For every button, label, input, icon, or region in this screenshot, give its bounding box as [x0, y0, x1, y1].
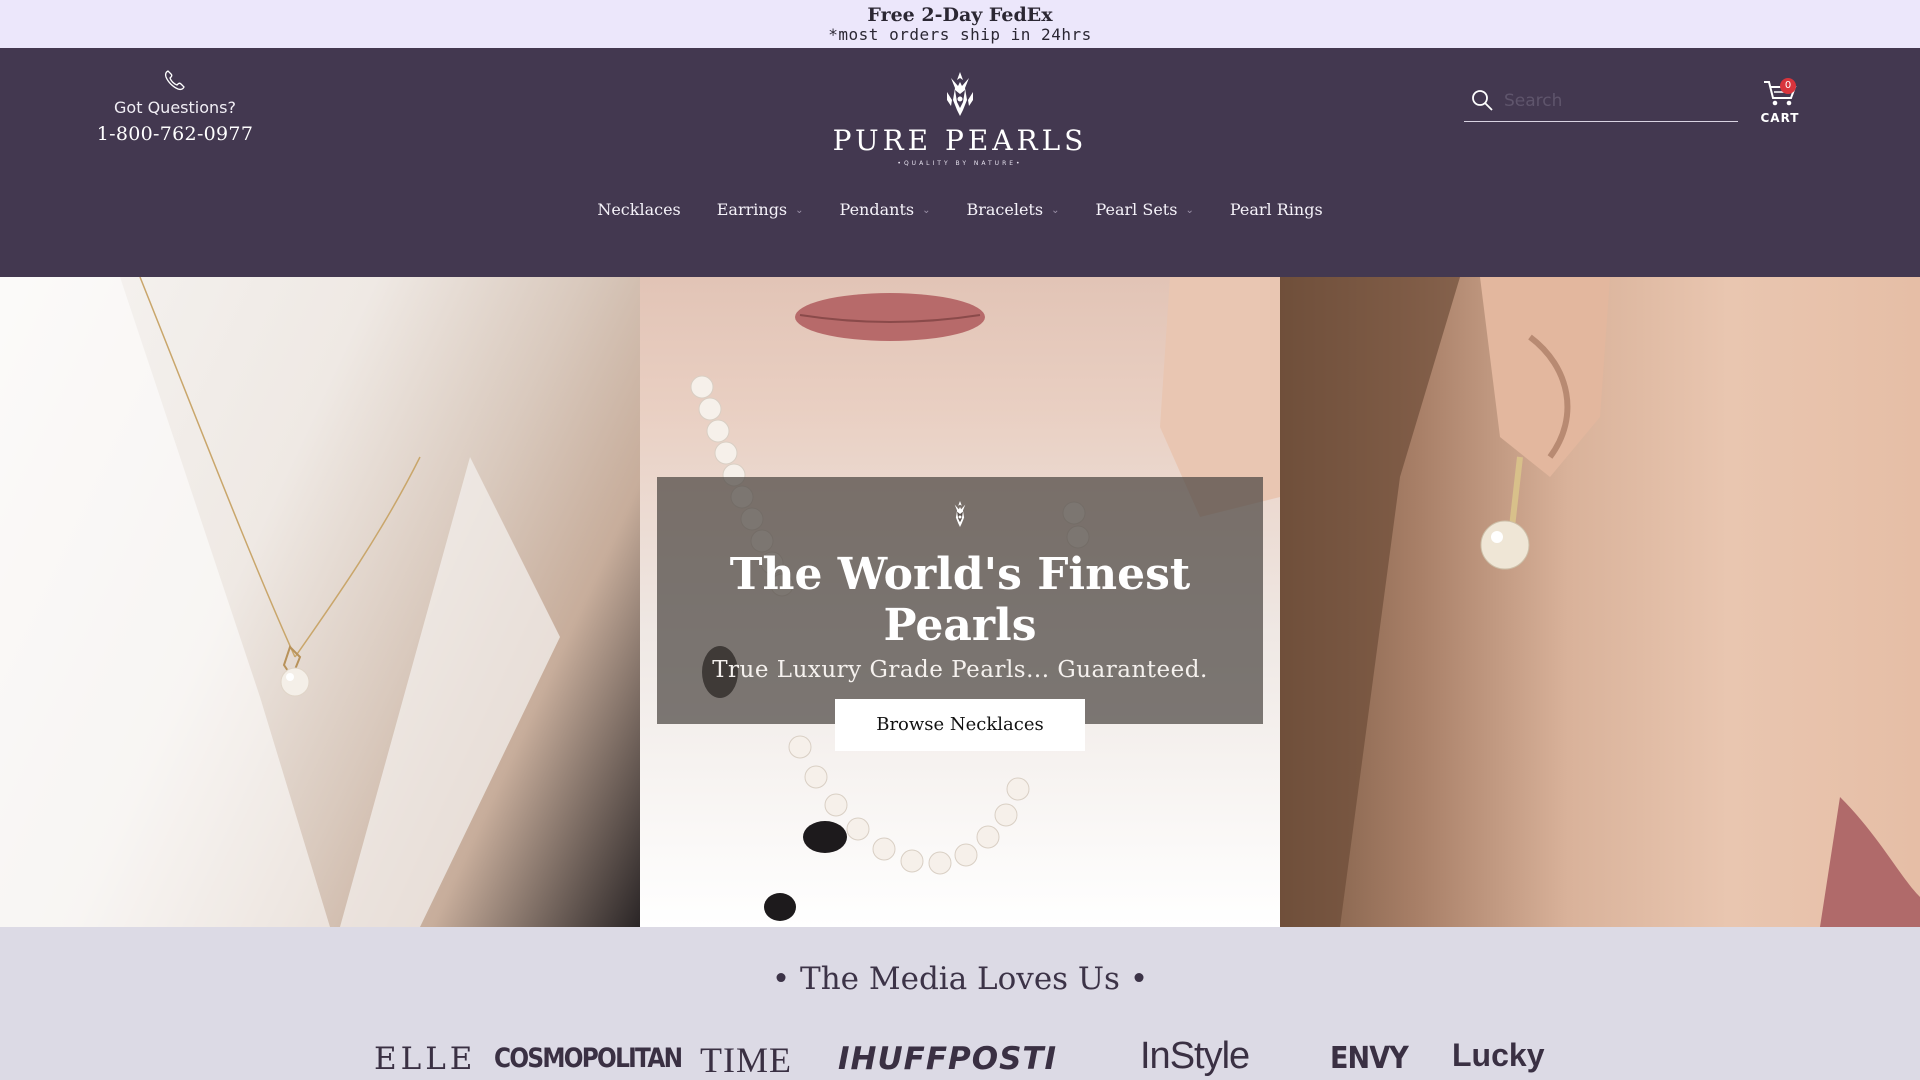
nav-label: Necklaces	[597, 200, 681, 219]
nav-item-bracelets[interactable]: Bracelets ⌄	[966, 200, 1059, 219]
hero-banner: The World's Finest Pearls True Luxury Gr…	[0, 277, 1920, 927]
cart-count-badge: 0	[1780, 78, 1796, 94]
media-logo-envy: ENVY	[1330, 1041, 1409, 1076]
contact-block[interactable]: Got Questions? 1-800-762-0977	[80, 68, 270, 145]
nav-item-pearl-rings[interactable]: Pearl Rings	[1230, 200, 1323, 219]
media-logo-lucky: Lucky	[1452, 1037, 1545, 1073]
cart-label: CART	[1760, 111, 1800, 125]
brand-name: PURE PEARLS	[832, 124, 1088, 157]
nav-label: Bracelets	[966, 200, 1044, 219]
main-nav: Necklaces Earrings ⌄ Pendants ⌄ Bracelets ⌄…	[0, 200, 1920, 219]
nav-label: Earrings	[716, 200, 788, 219]
nav-item-pearl-sets[interactable]: Pearl Sets ⌄	[1095, 200, 1193, 219]
hero-title: The World's Finest Pearls	[729, 549, 1191, 651]
nav-item-pendants[interactable]: Pendants ⌄	[840, 200, 931, 219]
nav-label: Pearl Sets	[1095, 200, 1178, 219]
media-logos: ELLE COSMOPOLITAN TIME IHUFFPOSTI InStyl…	[0, 1035, 1920, 1080]
announcement-shipping: Free 2-Day FedEx	[867, 4, 1053, 26]
hero-image-earring	[1280, 277, 1920, 927]
media-logo-time: TIME	[700, 1040, 792, 1080]
search-icon[interactable]	[1470, 88, 1494, 112]
brand-tagline: •QUALITY BY NATURE•	[897, 160, 1023, 167]
pearl-crest-icon	[947, 72, 973, 116]
pearl-earring-illustration	[1280, 277, 1920, 927]
nav-item-necklaces[interactable]: Necklaces	[597, 200, 680, 219]
hero-subtitle: True Luxury Grade Pearls... Guaranteed.	[712, 657, 1208, 683]
phone-icon	[164, 70, 185, 91]
media-logo-cosmopolitan: COSMOPOLITAN	[494, 1043, 683, 1074]
hero-overlay-card: The World's Finest Pearls True Luxury Gr…	[657, 477, 1263, 751]
search-input[interactable]	[1504, 88, 1724, 114]
nav-label: Pearl Rings	[1229, 200, 1323, 219]
media-logo-huffpost: IHUFFPOSTI	[838, 1041, 1058, 1077]
hero-image-pendant	[0, 277, 640, 927]
contact-question: Got Questions?	[114, 98, 236, 117]
phone-number[interactable]: 1-800-762-0977	[80, 123, 270, 145]
nav-item-earrings[interactable]: Earrings ⌄	[717, 200, 804, 219]
site-logo[interactable]: PURE PEARLS •QUALITY BY NATURE•	[820, 70, 1100, 167]
cart-button[interactable]: 0 CART	[1758, 78, 1802, 125]
media-heading: • The Media Loves Us •	[771, 961, 1149, 997]
pearl-crest-icon	[954, 501, 966, 527]
chevron-down-icon[interactable]: ⌄	[795, 205, 803, 216]
chevron-down-icon[interactable]: ⌄	[1185, 205, 1193, 216]
announcement-bar: Free 2-Day FedEx *most orders ship in 24…	[0, 0, 1920, 48]
announcement-note: *most orders ship in 24hrs	[828, 25, 1092, 44]
browse-necklaces-button[interactable]: Browse Necklaces	[835, 699, 1085, 751]
media-section: • The Media Loves Us • ELLE COSMOPOLITAN…	[0, 927, 1920, 1080]
media-logo-elle: ELLE	[374, 1041, 477, 1077]
pendant-illustration	[0, 277, 560, 927]
search-bar[interactable]	[1464, 82, 1738, 122]
site-header: Got Questions? 1-800-762-0977 PURE PEARL…	[0, 48, 1920, 277]
chevron-down-icon[interactable]: ⌄	[1051, 205, 1059, 216]
media-logo-instyle: InStyle	[1140, 1035, 1250, 1077]
nav-label: Pendants	[839, 200, 915, 219]
chevron-down-icon[interactable]: ⌄	[922, 205, 930, 216]
